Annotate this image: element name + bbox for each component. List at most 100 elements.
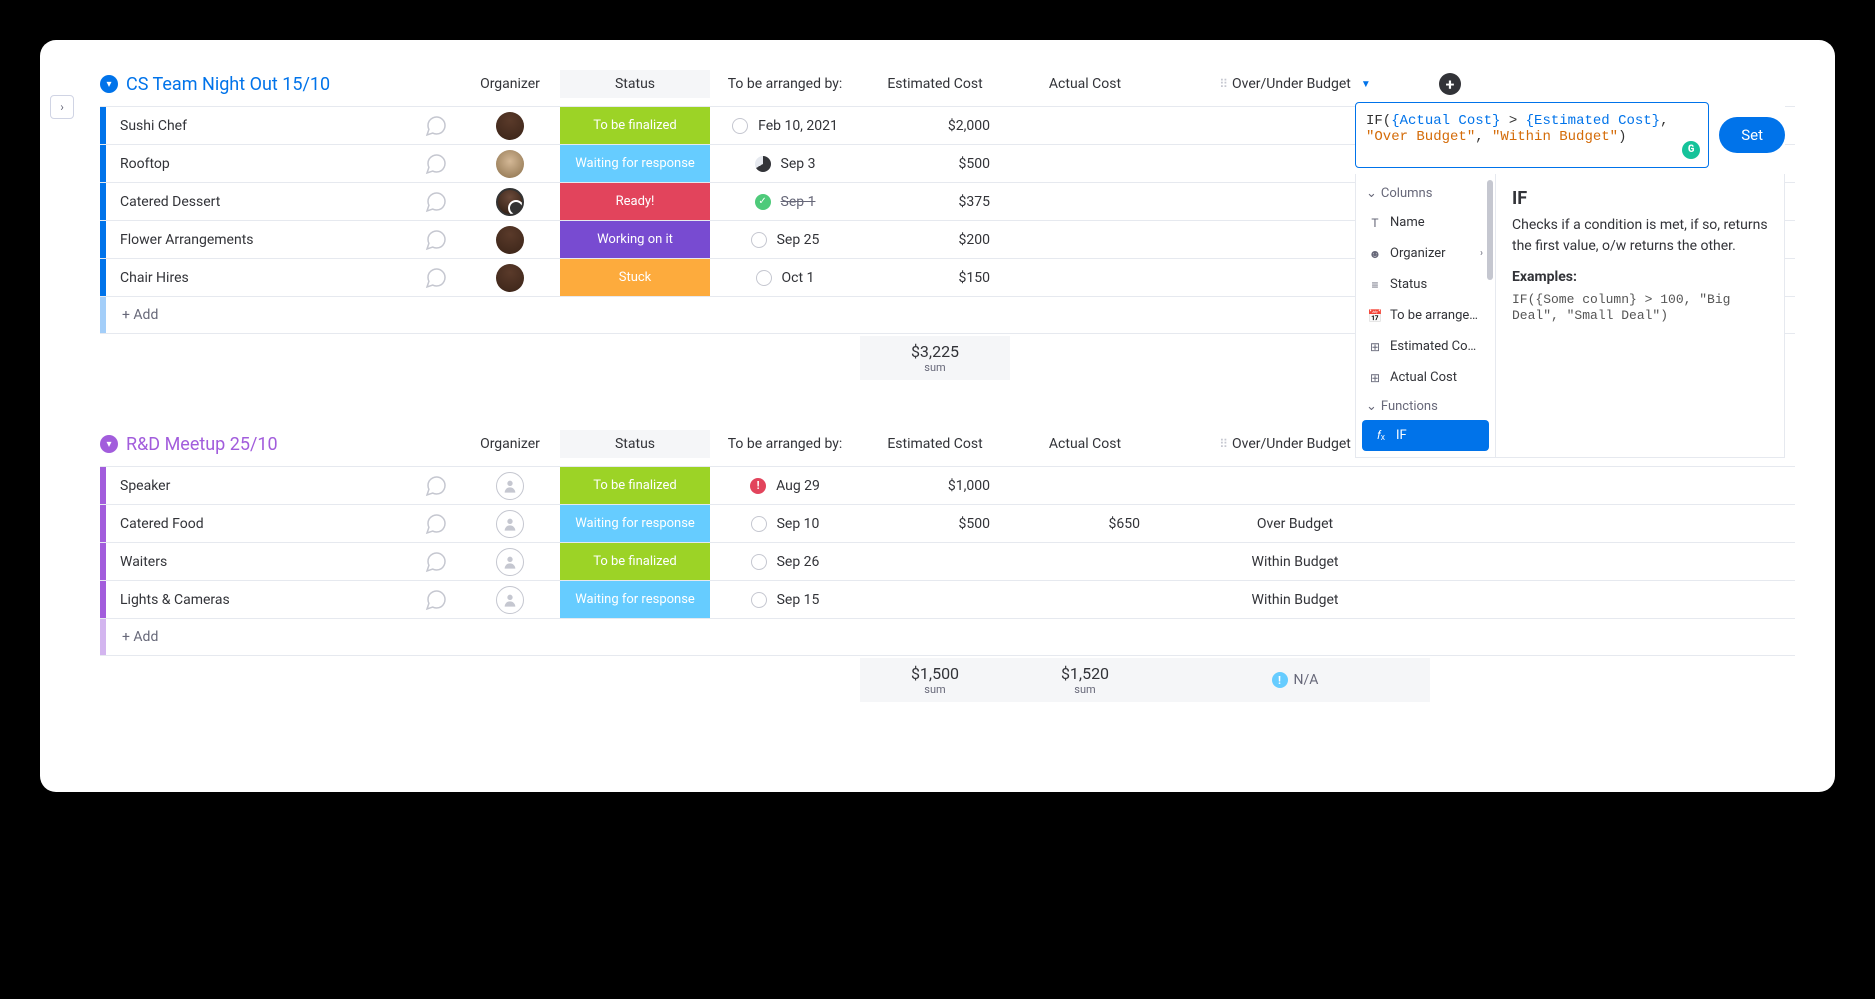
formula-input[interactable]: IF({Actual Cost} > {Estimated Cost}, "Ov… <box>1355 102 1709 168</box>
avatar-empty[interactable] <box>496 472 524 500</box>
col-header-est-cost[interactable]: Estimated Cost <box>860 430 1010 458</box>
organizer-cell[interactable] <box>460 586 560 614</box>
avatar-empty[interactable] <box>496 548 524 576</box>
status-cell[interactable]: To be finalized <box>560 467 710 504</box>
chat-icon[interactable] <box>424 550 448 574</box>
est-cost-cell[interactable]: $500 <box>860 516 1010 532</box>
chat-icon[interactable] <box>424 474 448 498</box>
caret-down-icon[interactable]: ▼ <box>1361 79 1371 90</box>
avatar-empty[interactable] <box>496 510 524 538</box>
item-name-cell[interactable]: Chair Hires <box>100 259 460 296</box>
avatar[interactable] <box>496 150 524 178</box>
item-name-cell[interactable]: Rooftop <box>100 145 460 182</box>
budget-cell[interactable]: Within Budget <box>1160 592 1430 608</box>
expand-panel-handle[interactable]: › <box>50 95 74 119</box>
organizer-cell[interactable] <box>460 112 560 140</box>
col-header-est-cost[interactable]: Estimated Cost <box>860 70 1010 98</box>
status-cell[interactable]: Waiting for response <box>560 505 710 542</box>
set-button[interactable]: Set <box>1719 117 1785 153</box>
est-cost-cell[interactable]: $375 <box>860 194 1010 210</box>
est-cost-cell[interactable]: $500 <box>860 156 1010 172</box>
add-item-button[interactable]: + Add <box>100 297 460 333</box>
budget-footer-cell: !N/A <box>1160 658 1430 702</box>
column-item[interactable]: ≡Status <box>1356 269 1495 300</box>
col-header-organizer[interactable]: Organizer <box>460 430 560 458</box>
status-cell[interactable]: Ready! <box>560 183 710 220</box>
chat-icon[interactable] <box>424 266 448 290</box>
item-name-cell[interactable]: Lights & Cameras <box>100 581 460 618</box>
date-cell[interactable]: Oct 1 <box>710 270 860 286</box>
organizer-cell[interactable] <box>460 510 560 538</box>
group: ▾R&D Meetup 25/10OrganizerStatusTo be ar… <box>100 430 1795 702</box>
group-title[interactable]: ▾CS Team Night Out 15/10 <box>100 74 460 95</box>
item-name-cell[interactable]: Sushi Chef <box>100 107 460 144</box>
date-cell[interactable]: Sep 25 <box>710 232 860 248</box>
chat-icon[interactable] <box>424 114 448 138</box>
col-header-status[interactable]: Status <box>560 430 710 458</box>
group-title[interactable]: ▾R&D Meetup 25/10 <box>100 434 460 455</box>
avatar[interactable] <box>496 226 524 254</box>
chat-icon[interactable] <box>424 228 448 252</box>
organizer-cell[interactable] <box>460 548 560 576</box>
function-item[interactable]: 𝑓ₓIF <box>1362 420 1489 451</box>
add-column-button[interactable]: + <box>1439 73 1461 95</box>
est-cost-cell[interactable]: $1,000 <box>860 478 1010 494</box>
budget-cell[interactable]: Over Budget <box>1160 516 1430 532</box>
est-cost-cell[interactable]: $200 <box>860 232 1010 248</box>
chat-icon[interactable] <box>424 588 448 612</box>
avatar-empty[interactable] <box>496 586 524 614</box>
item-name-cell[interactable]: Catered Food <box>100 505 460 542</box>
organizer-cell[interactable] <box>460 150 560 178</box>
col-header-formula[interactable]: ⠿Over/Under Budget▼ <box>1160 70 1430 98</box>
col-header-actual-cost[interactable]: Actual Cost <box>1010 430 1160 458</box>
col-header-status[interactable]: Status <box>560 70 710 98</box>
budget-cell[interactable]: Within Budget <box>1160 554 1430 570</box>
col-header-arranged-by[interactable]: To be arranged by: <box>710 70 860 98</box>
col-header-arranged-by[interactable]: To be arranged by: <box>710 430 860 458</box>
status-cell[interactable]: Waiting for response <box>560 145 710 182</box>
add-item-button[interactable]: + Add <box>100 619 460 655</box>
status-cell[interactable]: To be finalized <box>560 543 710 580</box>
column-item[interactable]: ⊞Actual Cost <box>1356 362 1495 393</box>
organizer-cell[interactable] <box>460 226 560 254</box>
status-cell[interactable]: Working on it <box>560 221 710 258</box>
chat-icon[interactable] <box>424 190 448 214</box>
drag-handle-icon[interactable]: ⠿ <box>1219 77 1226 91</box>
collapse-icon[interactable]: ▾ <box>100 75 118 93</box>
col-header-organizer[interactable]: Organizer <box>460 70 560 98</box>
date-cell[interactable]: Feb 10, 2021 <box>710 118 860 134</box>
item-name-cell[interactable]: Flower Arrangements <box>100 221 460 258</box>
columns-section-header[interactable]: ⌄ Columns <box>1356 180 1495 207</box>
col-header-actual-cost[interactable]: Actual Cost <box>1010 70 1160 98</box>
est-cost-cell[interactable]: $2,000 <box>860 118 1010 134</box>
organizer-cell[interactable] <box>460 188 560 216</box>
drag-handle-icon[interactable]: ⠿ <box>1219 437 1226 451</box>
avatar[interactable] <box>496 112 524 140</box>
date-cell[interactable]: Sep 3 <box>710 156 860 172</box>
column-item[interactable]: 📅To be arrange… <box>1356 300 1495 331</box>
date-cell[interactable]: !Aug 29 <box>710 478 860 494</box>
chat-icon[interactable] <box>424 512 448 536</box>
collapse-icon[interactable]: ▾ <box>100 435 118 453</box>
date-cell[interactable]: ✓Sep 1 <box>710 194 860 210</box>
chat-icon[interactable] <box>424 152 448 176</box>
date-cell[interactable]: Sep 10 <box>710 516 860 532</box>
item-name-cell[interactable]: Speaker <box>100 467 460 504</box>
item-name-cell[interactable]: Waiters <box>100 543 460 580</box>
column-item[interactable]: TName <box>1356 207 1495 238</box>
column-item[interactable]: ⊞Estimated Co… <box>1356 331 1495 362</box>
organizer-cell[interactable] <box>460 472 560 500</box>
actual-cost-cell[interactable]: $650 <box>1010 516 1160 532</box>
status-cell[interactable]: Stuck <box>560 259 710 296</box>
status-cell[interactable]: Waiting for response <box>560 581 710 618</box>
organizer-cell[interactable] <box>460 264 560 292</box>
functions-section-header[interactable]: ⌄ Functions <box>1356 393 1495 420</box>
item-name-cell[interactable]: Catered Dessert <box>100 183 460 220</box>
avatar[interactable] <box>496 188 524 216</box>
date-cell[interactable]: Sep 15 <box>710 592 860 608</box>
date-cell[interactable]: Sep 26 <box>710 554 860 570</box>
est-cost-cell[interactable]: $150 <box>860 270 1010 286</box>
avatar[interactable] <box>496 264 524 292</box>
column-item[interactable]: ☻Organizer› <box>1356 238 1495 269</box>
status-cell[interactable]: To be finalized <box>560 107 710 144</box>
